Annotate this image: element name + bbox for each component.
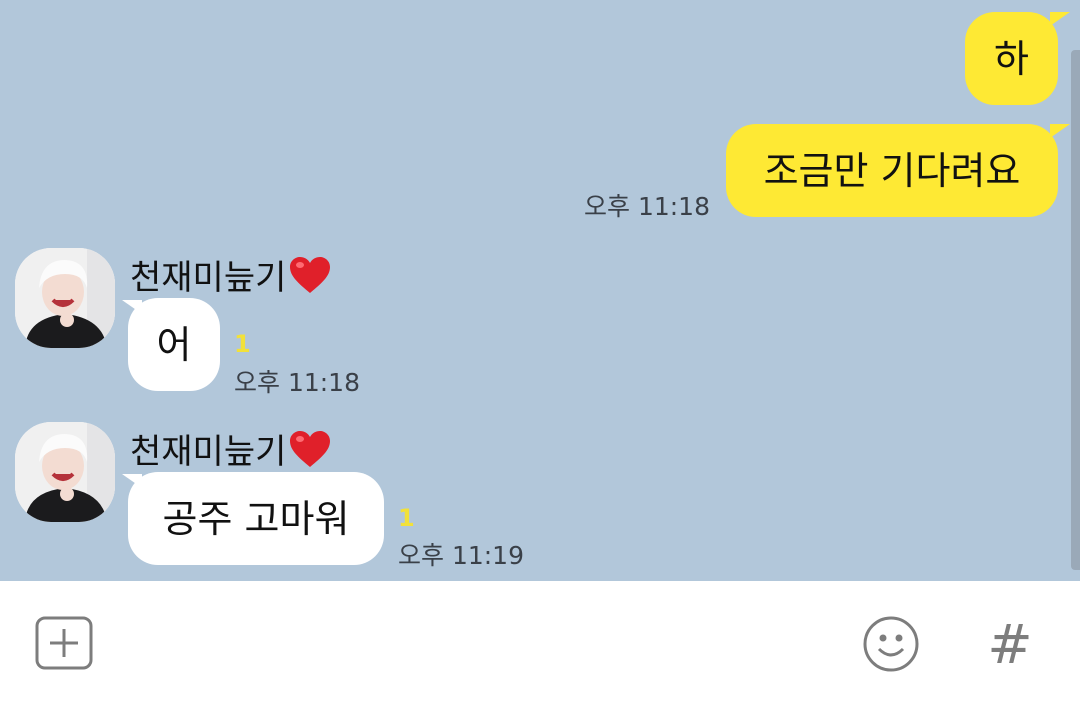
unread-count: 1 (234, 330, 251, 358)
sender-name-text: 천재미늪기 (130, 258, 287, 298)
hashtag-button[interactable]: # (980, 612, 1040, 676)
message-time: 오후 11:19 (398, 541, 524, 570)
avatar-image (15, 422, 115, 522)
message-text: 어 (156, 322, 192, 367)
message-time: 오후 11:18 (584, 192, 710, 221)
my-message-bubble[interactable]: 하 (965, 12, 1058, 105)
message-text: 조금만 기다려요 (763, 148, 1021, 193)
bubble-tail (1050, 124, 1070, 138)
sender-name: 천재미늪기 (130, 424, 332, 473)
smiley-icon (863, 616, 919, 672)
bubble-tail (122, 474, 142, 488)
unread-count: 1 (398, 504, 415, 532)
heart-icon (290, 430, 331, 467)
sender-name: 천재미늪기 (130, 250, 332, 299)
heart-icon (290, 256, 331, 293)
chat-area[interactable]: 하 조금만 기다려요 오후 11:18 천재미늪기 어 1 오후 11:18 천… (0, 0, 1080, 581)
emoji-button[interactable] (861, 614, 921, 674)
hash-icon: # (987, 612, 1033, 676)
avatar[interactable] (15, 248, 115, 348)
message-text: 하 (994, 36, 1029, 81)
message-time: 오후 11:18 (234, 368, 360, 397)
bubble-tail (1050, 12, 1070, 26)
my-message-bubble[interactable]: 조금만 기다려요 (726, 124, 1058, 217)
attach-button[interactable] (34, 615, 94, 671)
bubble-tail (122, 300, 142, 314)
avatar[interactable] (15, 422, 115, 522)
scrollbar[interactable] (1071, 50, 1080, 570)
plus-square-icon (35, 616, 93, 670)
message-text: 공주 고마워 (162, 496, 350, 541)
avatar-image (15, 248, 115, 348)
incoming-message-bubble[interactable]: 공주 고마워 (128, 472, 384, 565)
sender-name-text: 천재미늪기 (130, 432, 287, 472)
message-input-bar[interactable]: # (0, 581, 1080, 707)
